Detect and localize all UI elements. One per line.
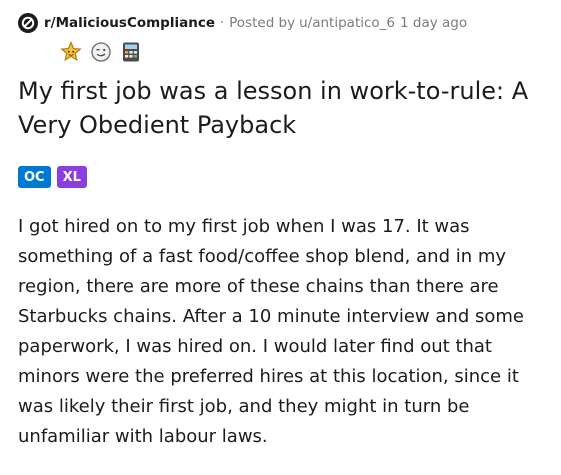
post-card: r/MaliciousCompliance · Posted by u/anti… <box>0 0 561 475</box>
flair-row: OC XL <box>18 166 87 188</box>
meta-separator: · <box>220 15 225 31</box>
flair-oc[interactable]: OC <box>18 166 51 188</box>
posted-by-label: Posted by <box>229 15 296 31</box>
subreddit-icon[interactable] <box>18 13 38 33</box>
gold-star-award-icon[interactable] <box>60 41 82 63</box>
author-link[interactable]: u/antipatico_6 <box>299 15 395 31</box>
subreddit-link[interactable]: r/MaliciousCompliance <box>44 15 215 31</box>
post-time: 1 day ago <box>400 15 468 31</box>
calculator-award-icon[interactable] <box>120 41 142 63</box>
post-title[interactable]: My first job was a lesson in work-to-rul… <box>18 74 538 142</box>
awards-row <box>60 40 142 64</box>
post-meta: r/MaliciousCompliance · Posted by u/anti… <box>18 12 467 34</box>
wink-face-award-icon[interactable] <box>90 41 112 63</box>
post-body: I got hired on to my first job when I wa… <box>18 216 524 447</box>
flair-xl[interactable]: XL <box>56 166 87 188</box>
